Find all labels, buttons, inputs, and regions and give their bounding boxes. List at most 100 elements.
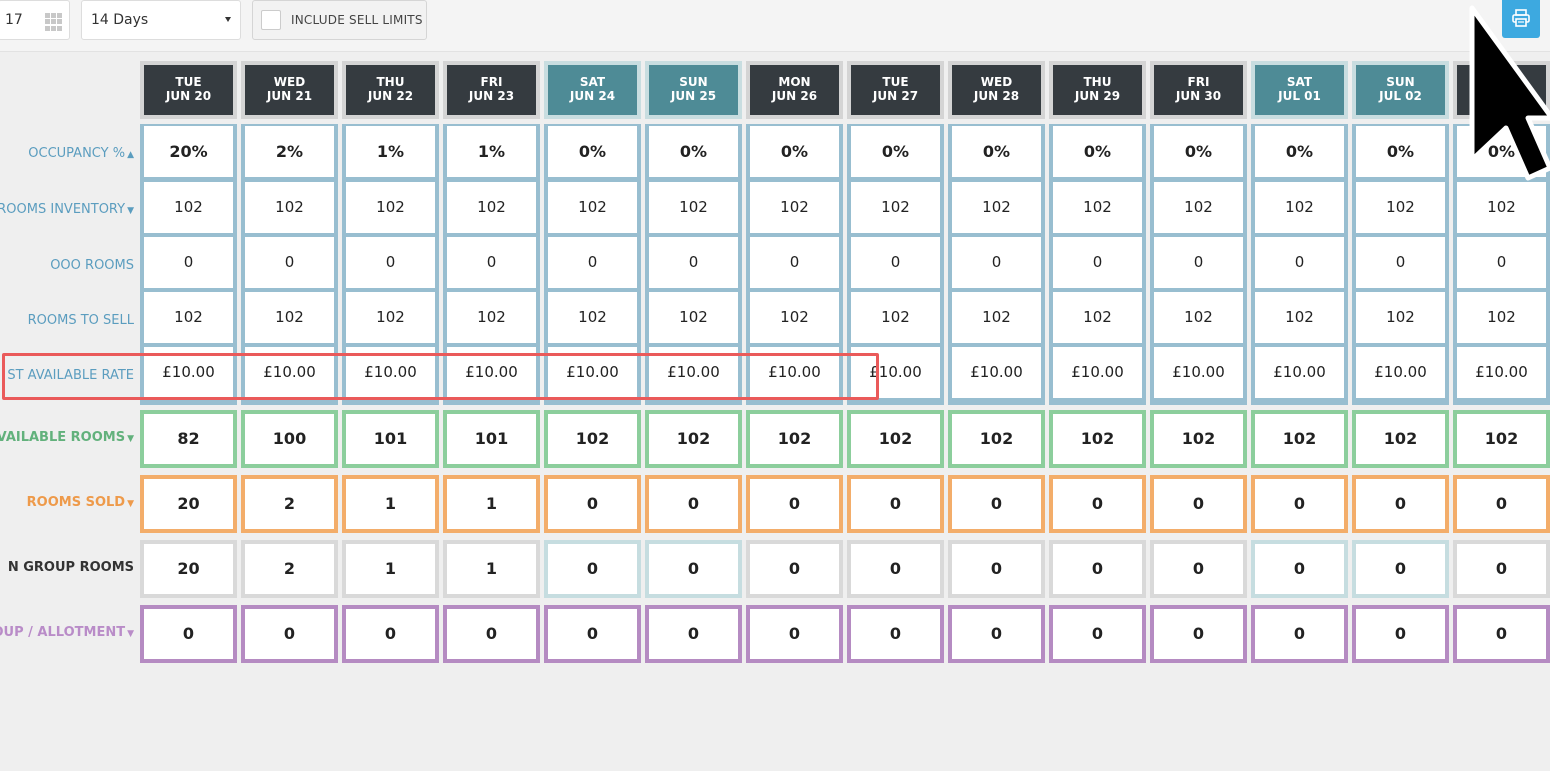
row-label-text: ST AVAILABLE RATE (7, 368, 134, 383)
metric-cell: 102 (1053, 182, 1142, 233)
column-header[interactable]: FRI JUN 30 (1150, 61, 1247, 119)
column-header[interactable]: MON JUN 26 (746, 61, 843, 119)
metric-cell-frame: 0 (241, 605, 338, 663)
column-header[interactable]: SUN JUL 02 (1352, 61, 1449, 119)
column-header[interactable]: SUN JUN 25 (645, 61, 742, 119)
metric-cell-frame: 0 (1150, 475, 1247, 533)
row-label-text: VAILABLE ROOMS (0, 430, 126, 445)
double-chevron-up-icon[interactable]: ▲ (127, 150, 134, 160)
days-range-select[interactable]: 14 Days (81, 0, 241, 40)
metric-cell: 1 (346, 544, 435, 594)
metric-cell: 0 (1457, 609, 1546, 659)
metric-cell: 0% (1255, 126, 1344, 177)
metric-cell[interactable]: £10.00 (548, 347, 637, 398)
metric-cell: 0 (649, 609, 738, 659)
metric-cell: 100 (245, 414, 334, 464)
include-sell-limits-checkbox[interactable] (261, 10, 281, 30)
include-sell-limits-label: INCLUDE SELL LIMITS (291, 13, 423, 27)
column-header-label: FRI JUN 30 (1154, 65, 1243, 115)
metric-cell: 0 (1154, 544, 1243, 594)
row-label-inner: ROOMS INVENTORY ▼ (0, 202, 134, 217)
double-chevron-down-icon[interactable]: ▼ (127, 434, 134, 444)
metric-cell[interactable]: £10.00 (447, 347, 536, 398)
metric-cell[interactable]: £10.00 (1255, 347, 1344, 398)
column-header[interactable]: WED JUN 28 (948, 61, 1045, 119)
header-day: FRI (1187, 75, 1210, 89)
metric-cell: 102 (1154, 292, 1243, 343)
metric-cell: 102 (346, 182, 435, 233)
metric-cell[interactable]: £10.00 (144, 347, 233, 398)
column-header[interactable]: THU JUN 29 (1049, 61, 1146, 119)
header-date: JUN 22 (367, 89, 414, 103)
metric-cell-frame: 1 (342, 540, 439, 598)
start-date-field[interactable]: 17 (0, 0, 70, 40)
double-chevron-down-icon[interactable]: ▼ (127, 499, 134, 509)
metric-cell: 102 (851, 182, 940, 233)
header-day: FRI (480, 75, 503, 89)
include-sell-limits-toggle[interactable]: INCLUDE SELL LIMITS (252, 0, 427, 40)
column-header[interactable]: SAT JUL 01 (1251, 61, 1348, 119)
metric-cell-frame: 1 (342, 475, 439, 533)
column-header[interactable]: WED JUN 21 (241, 61, 338, 119)
metric-cell[interactable]: £10.00 (952, 347, 1041, 398)
metric-cell[interactable]: £10.00 (750, 347, 839, 398)
row-label: ROOMS SOLD ▼ (0, 495, 140, 510)
metric-cell-frame: 100 (241, 410, 338, 468)
metric-cell[interactable]: £10.00 (1356, 347, 1445, 398)
metric-cell[interactable]: £10.00 (649, 347, 738, 398)
metric-cell-frame: 82 (140, 410, 237, 468)
mouse-cursor-icon (1469, 5, 1550, 181)
metric-cell[interactable]: £10.00 (245, 347, 334, 398)
metric-cell-frame: 0 (140, 605, 237, 663)
metric-cell-frame: 0 (746, 475, 843, 533)
metric-cell: 0 (1154, 479, 1243, 529)
row-label: OOO ROOMS (0, 258, 140, 273)
metric-cell-frame: 101 (443, 410, 540, 468)
calendar-grid-icon[interactable] (45, 13, 63, 31)
metric-cell[interactable]: £10.00 (346, 347, 435, 398)
double-chevron-down-icon[interactable]: ▼ (127, 206, 134, 216)
metric-cell: 0 (1053, 544, 1142, 594)
column-header[interactable]: FRI JUN 23 (443, 61, 540, 119)
metric-cell: 0 (1154, 237, 1243, 288)
column-header[interactable]: TUE JUN 20 (140, 61, 237, 119)
metric-cell[interactable]: £10.00 (1154, 347, 1243, 398)
metric-cell: 0 (1255, 544, 1344, 594)
metric-cell-frame: 0 (645, 540, 742, 598)
metric-cell: 1 (346, 479, 435, 529)
metric-cell-frame: 102 (948, 410, 1045, 468)
metric-cell[interactable]: £10.00 (851, 347, 940, 398)
metric-cell-frame: 0 (1049, 540, 1146, 598)
metric-cell: 0 (952, 544, 1041, 594)
column-header[interactable]: TUE JUN 27 (847, 61, 944, 119)
metric-cell-frame: 102 (847, 410, 944, 468)
metric-cell-frame: 0 (1453, 605, 1550, 663)
metric-cell: 1% (447, 126, 536, 177)
metric-cell: 0 (750, 609, 839, 659)
double-chevron-down-icon[interactable]: ▼ (127, 629, 134, 639)
metric-cell[interactable]: £10.00 (1053, 347, 1142, 398)
column-header[interactable]: SAT JUN 24 (544, 61, 641, 119)
metric-cell: 102 (1154, 182, 1243, 233)
metric-cell: 0 (1356, 237, 1445, 288)
row-label: VAILABLE ROOMS ▼ (0, 430, 140, 445)
metric-cell-frame: 0 (1352, 475, 1449, 533)
row-label-inner: OOO ROOMS (50, 258, 134, 273)
row-label: N GROUP ROOMS (0, 560, 140, 575)
metric-cell: 0 (245, 237, 334, 288)
metric-cell[interactable]: £10.00 (1457, 347, 1546, 398)
metric-cell: 102 (649, 414, 738, 464)
metric-cell-frame: 0 (342, 605, 439, 663)
metric-cell: 0 (851, 544, 940, 594)
column-header-label: TUE JUN 20 (144, 65, 233, 115)
metric-cell: 0% (649, 126, 738, 177)
metric-cell: 2 (245, 544, 334, 594)
row-label-text: ROOMS TO SELL (27, 313, 134, 328)
metric-cell: 0 (1255, 609, 1344, 659)
metric-cell-frame: 20 (140, 475, 237, 533)
metric-cell: 0% (1154, 126, 1243, 177)
metric-cell: 102 (447, 182, 536, 233)
column-header[interactable]: THU JUN 22 (342, 61, 439, 119)
metric-cell: 102 (952, 414, 1041, 464)
metric-cell-frame: 0 (847, 475, 944, 533)
